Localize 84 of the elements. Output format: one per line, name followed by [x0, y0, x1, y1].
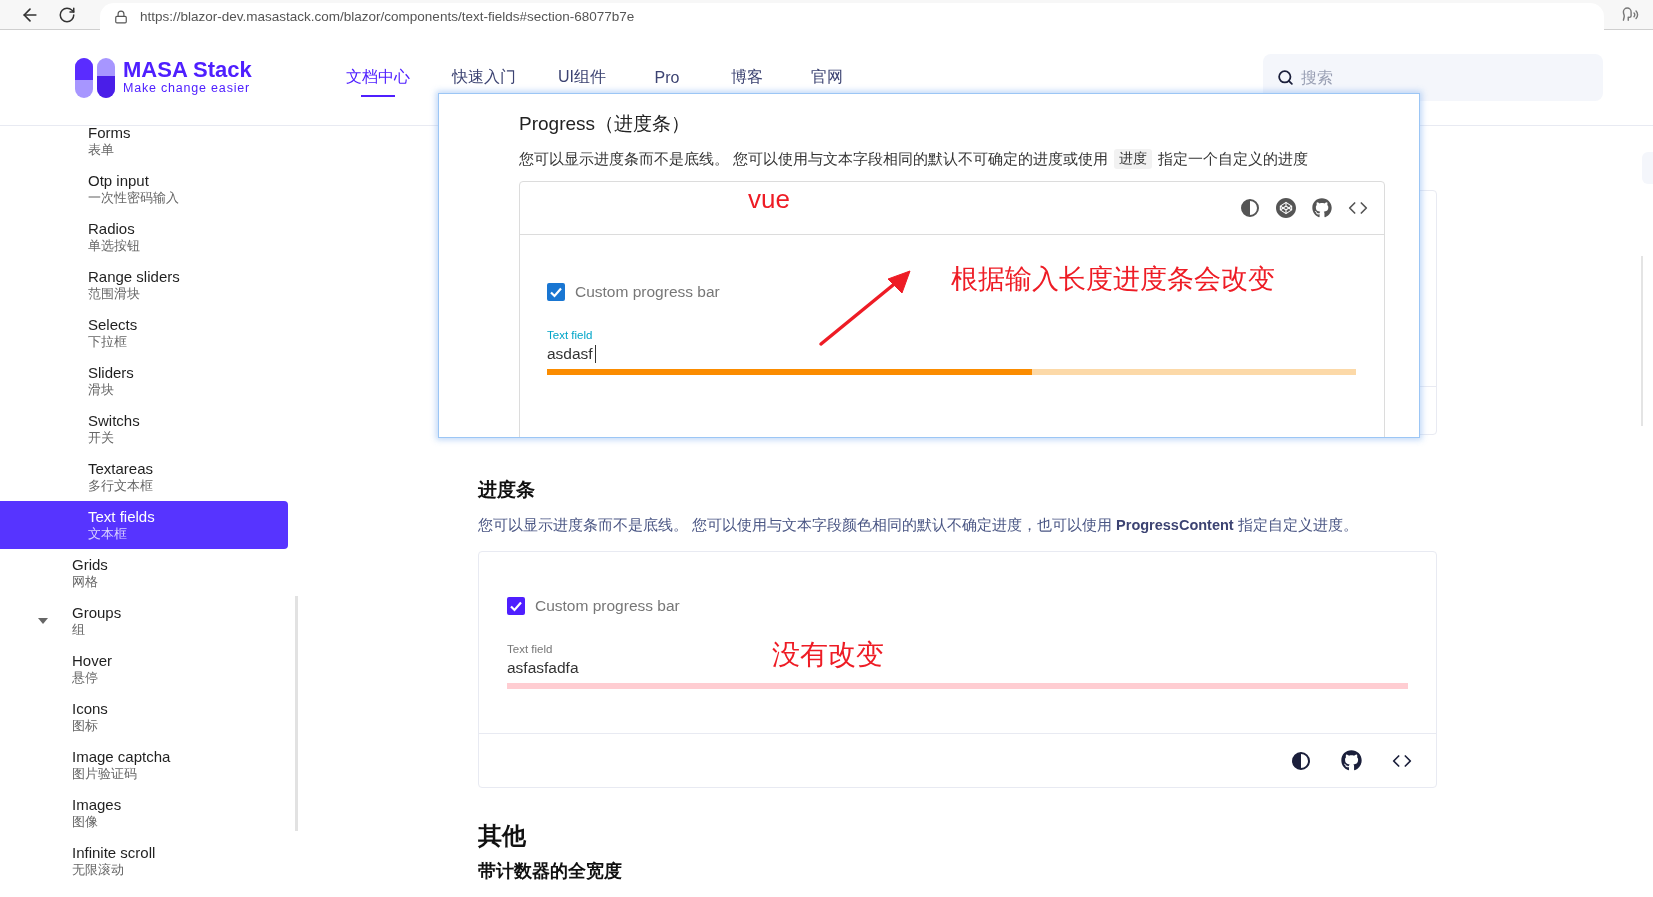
sidebar-item-subtitle: 单选按钮	[88, 238, 141, 254]
sidebar-item-subtitle: 一次性密码输入	[88, 190, 180, 206]
sidebar-item[interactable]: Hover 悬停	[0, 645, 288, 693]
sidebar-item-title: Infinite scroll	[72, 844, 157, 862]
sidebar-item-title: Image captcha	[72, 748, 172, 766]
url-text: https://blazor-dev.masastack.com/blazor/components/text-fields#section-68077b7e	[140, 9, 635, 24]
checkbox[interactable]	[547, 283, 565, 301]
reload-icon[interactable]	[58, 5, 76, 24]
contrast-icon[interactable]	[1240, 198, 1260, 218]
sidebar-item-title: Icons	[72, 700, 109, 718]
annotation-note: vue	[748, 184, 790, 215]
sidebar-item-title: Images	[72, 796, 123, 814]
sidebar-item[interactable]: Sliders 滑块	[0, 357, 288, 405]
description-text: 指定一个自定义的进度	[1158, 149, 1309, 169]
sidebar-item-title: Sliders	[88, 364, 135, 382]
sidebar-item-title: Selects	[88, 316, 139, 334]
sidebar-item[interactable]: Icons 图标	[0, 693, 288, 741]
sidebar-item-title: Hover	[72, 652, 113, 670]
sidebar-item-title: Grids	[72, 556, 109, 574]
github-icon[interactable]	[1341, 750, 1362, 771]
logo-tagline: Make change easier	[123, 81, 251, 96]
sidebar-item[interactable]: Text fields 文本框	[0, 501, 288, 549]
field-label: Text field	[547, 329, 594, 341]
sidebar-item[interactable]: Selects 下拉框	[0, 309, 288, 357]
sidebar-item-title: Switchs	[88, 412, 141, 430]
text-field[interactable]: asfasfadfa	[507, 659, 582, 677]
sidebar-item-title: Otp input	[88, 172, 150, 190]
address-bar[interactable]: https://blazor-dev.masastack.com/blazor/components/text-fields#section-68077b7e	[100, 2, 1604, 31]
search-icon	[1277, 69, 1294, 86]
sidebar-item-subtitle: 开关	[88, 430, 115, 446]
search-field[interactable]: 搜索	[1263, 54, 1603, 101]
sidebar-item-title: Text fields	[88, 508, 156, 526]
section-heading: 进度条	[478, 478, 536, 502]
text-field[interactable]: asdasf	[547, 345, 596, 363]
sidebar-item[interactable]: Images 图像	[0, 789, 288, 837]
sidebar-item[interactable]: Range sliders 范围滑块	[0, 261, 288, 309]
sidebar-item-subtitle: 图像	[72, 814, 99, 830]
sidebar-item[interactable]: Infinite scroll 无限滚动	[0, 837, 288, 885]
logo-name: MASA Stack	[123, 59, 252, 81]
sidebar-item[interactable]: Groups 组	[0, 597, 288, 645]
sidebar-item-subtitle: 滑块	[88, 382, 115, 398]
sidebar-item-subtitle: 图片验证码	[72, 766, 138, 782]
nav-tab[interactable]: 文档中心	[330, 30, 426, 125]
sidebar-item-subtitle: 多行文本框	[88, 478, 154, 494]
sidebar-item-subtitle: 无限滚动	[72, 862, 125, 878]
sidebar-item-title: Range sliders	[88, 268, 181, 286]
contrast-icon[interactable]	[1291, 750, 1311, 771]
sidebar-item[interactable]: Switchs 开关	[0, 405, 288, 453]
sidebar-item[interactable]: Grids 网格	[0, 549, 288, 597]
panel-title: Progress（进度条）	[519, 112, 692, 136]
sidebar-item-subtitle: 网格	[72, 574, 99, 590]
sidebar-item-subtitle: 下拉框	[88, 334, 128, 350]
checkbox[interactable]	[507, 597, 525, 615]
description-text: 您可以显示进度条而不是底线。 您可以使用与文本字段相同的默认不可确定的进度或使用	[519, 149, 1109, 169]
codepen-icon[interactable]	[1276, 198, 1296, 218]
caret-icon[interactable]	[38, 618, 48, 624]
annotation-note: 没有改变	[772, 638, 884, 672]
read-aloud-icon[interactable]	[1622, 6, 1639, 23]
code-chip: 进度	[1114, 149, 1153, 169]
field-label: Text field	[507, 643, 554, 655]
sidebar-item-title: Forms	[88, 126, 132, 142]
sidebar-item-subtitle: 范围滑块	[88, 286, 141, 302]
sidebar-item-title: Radios	[88, 220, 136, 238]
sidebar-item[interactable]: Forms 表单	[0, 126, 288, 165]
sidebar-item[interactable]: Textareas 多行文本框	[0, 453, 288, 501]
github-icon[interactable]	[1312, 198, 1332, 218]
sidebar-item-subtitle: 悬停	[72, 670, 99, 686]
checkbox-label: Custom progress bar	[575, 283, 720, 301]
sidebar-item-subtitle: 组	[72, 622, 86, 638]
sidebar-item-subtitle: 文本框	[88, 526, 128, 542]
annotation-note: 根据输入长度进度条会改变	[951, 263, 1275, 296]
checkbox-label: Custom progress bar	[535, 597, 680, 615]
logo-icon	[75, 57, 115, 98]
sidebar-item[interactable]: Image captcha 图片验证码	[0, 741, 288, 789]
sidebar-item-subtitle: 表单	[88, 142, 115, 158]
section-description: 您可以显示进度条而不是底线。 您可以使用与文本字段颜色相同的默认不确定进度，也可以使用 ProgressContent 指定自定义进度。	[478, 516, 1359, 535]
lock-icon	[114, 9, 128, 24]
sidebar-item-title: Textareas	[88, 460, 155, 478]
sidebar-item-subtitle: 图标	[72, 718, 99, 734]
section-heading: 其他	[478, 822, 527, 850]
sidebar-item[interactable]: Radios 单选按钮	[0, 213, 288, 261]
sidebar-item-title: Groups	[72, 604, 123, 622]
subsection-heading: 带计数器的全宽度	[478, 861, 623, 882]
sidebar-item[interactable]: Otp input 一次性密码输入	[0, 165, 288, 213]
